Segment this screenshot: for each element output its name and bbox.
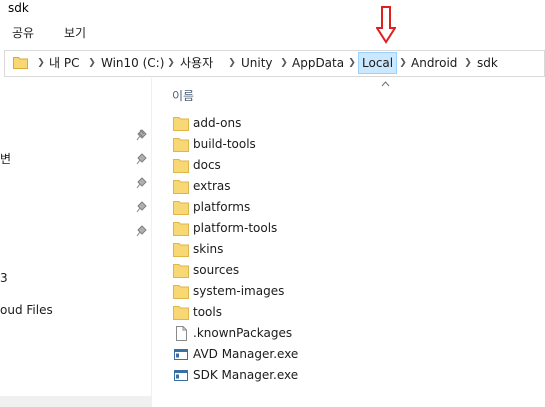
breadcrumb-this-pc[interactable]: 내 PC — [49, 51, 79, 76]
list-item[interactable]: platforms — [168, 197, 468, 218]
file-name: sources — [193, 263, 240, 277]
file-name: extras — [193, 179, 231, 193]
pin-icon[interactable] — [136, 225, 148, 237]
folder-icon — [13, 57, 28, 69]
file-name: tools — [193, 305, 222, 319]
pin-icon[interactable] — [136, 177, 148, 189]
list-item[interactable]: add-ons — [168, 113, 468, 134]
column-header-name[interactable]: 이름 — [172, 88, 194, 104]
list-item[interactable]: system-images — [168, 281, 468, 302]
breadcrumb-drive[interactable]: Win10 (C:) — [101, 51, 164, 76]
sidebar-item-4[interactable]: 3 — [0, 269, 8, 287]
tab-share[interactable]: 공유 — [12, 24, 34, 42]
breadcrumb-unity[interactable]: Unity — [241, 51, 273, 76]
file-name: .knownPackages — [193, 326, 293, 340]
exe-icon — [174, 370, 188, 381]
file-name: platform-tools — [193, 221, 278, 235]
file-name: platforms — [193, 200, 251, 214]
ribbon: 공유 보기 — [0, 18, 545, 48]
breadcrumb-local[interactable]: Local — [358, 52, 398, 74]
file-name: docs — [193, 158, 221, 172]
file-icon — [176, 326, 187, 341]
folder-icon — [173, 243, 189, 257]
horizontal-scrollbar[interactable] — [0, 396, 152, 407]
file-name: AVD Manager.exe — [193, 347, 299, 361]
chevron-right-icon[interactable]: ❯ — [279, 51, 289, 76]
folder-icon — [173, 306, 189, 320]
address-bar[interactable]: ❯ 내 PC ❯ Win10 (C:) ❯ 사용자 ❯ Unity ❯ AppD… — [4, 50, 545, 77]
chevron-right-icon[interactable]: ❯ — [347, 51, 357, 76]
folder-icon — [173, 159, 189, 173]
chevron-right-icon[interactable]: ❯ — [166, 51, 176, 76]
chevron-right-icon[interactable]: ❯ — [463, 51, 473, 76]
exe-icon — [174, 349, 188, 360]
folder-icon — [173, 180, 189, 194]
folder-icon — [173, 138, 189, 152]
list-item[interactable]: tools — [168, 302, 468, 323]
pin-icon[interactable] — [136, 129, 148, 141]
breadcrumb-android[interactable]: Android — [411, 51, 457, 76]
file-name: add-ons — [193, 116, 242, 130]
breadcrumb-users[interactable]: 사용자 — [180, 51, 213, 76]
list-item[interactable]: extras — [168, 176, 468, 197]
window-title: sdk — [8, 1, 29, 15]
file-name: system-images — [193, 284, 285, 298]
list-item[interactable]: .knownPackages — [168, 323, 468, 344]
list-item[interactable]: skins — [168, 239, 468, 260]
annotation-arrow-icon — [376, 6, 396, 44]
pin-icon[interactable] — [136, 201, 148, 213]
pin-icon[interactable] — [136, 153, 148, 165]
breadcrumb-sdk[interactable]: sdk — [477, 51, 498, 76]
chevron-right-icon[interactable]: ❯ — [87, 51, 97, 76]
folder-icon — [173, 201, 189, 215]
chevron-right-icon[interactable]: ❯ — [398, 51, 408, 76]
file-name: SDK Manager.exe — [193, 368, 299, 382]
sidebar-item-1[interactable]: 변 — [0, 150, 11, 168]
pane-divider[interactable] — [151, 78, 152, 407]
chevron-right-icon[interactable]: ❯ — [36, 51, 46, 76]
folder-icon — [173, 222, 189, 236]
breadcrumb-appdata[interactable]: AppData — [292, 51, 344, 76]
chevron-right-icon[interactable]: ❯ — [227, 51, 237, 76]
sidebar-item-onedrive[interactable]: oud Files — [0, 301, 53, 319]
tab-view[interactable]: 보기 — [64, 24, 86, 42]
list-item[interactable]: docs — [168, 155, 468, 176]
navigation-pane: 변 3 oud Files — [0, 78, 152, 407]
folder-icon — [173, 285, 189, 299]
sort-ascending-icon — [381, 81, 390, 87]
list-item[interactable]: sources — [168, 260, 468, 281]
folder-icon — [173, 264, 189, 278]
file-name: skins — [193, 242, 224, 256]
list-item[interactable]: platform-tools — [168, 218, 468, 239]
list-item[interactable]: build-tools — [168, 134, 468, 155]
file-name: build-tools — [193, 137, 256, 151]
list-item[interactable]: AVD Manager.exe — [168, 344, 468, 365]
list-item[interactable]: SDK Manager.exe — [168, 365, 468, 386]
folder-icon — [173, 117, 189, 131]
